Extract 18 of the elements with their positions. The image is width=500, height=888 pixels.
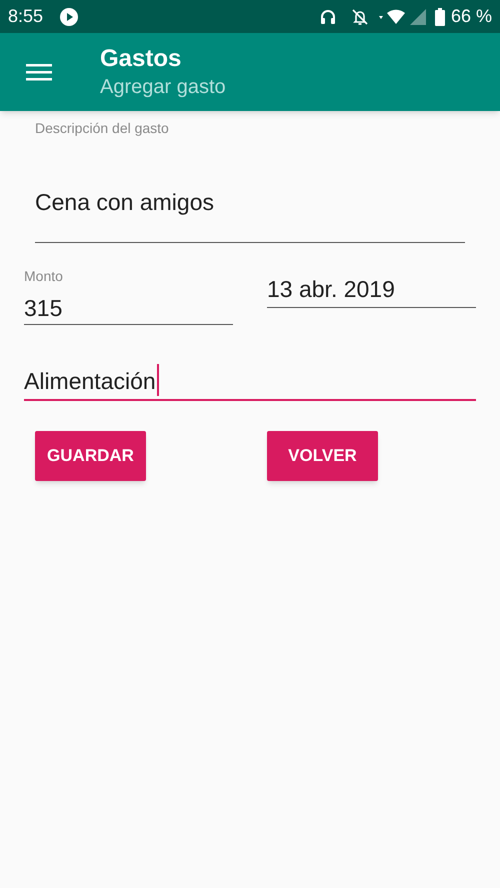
- description-field[interactable]: Cena con amigos: [35, 137, 465, 243]
- field-label: Descripción del gasto: [35, 119, 170, 137]
- field-label: Monto: [24, 267, 64, 285]
- app-title: Gastos: [100, 44, 182, 74]
- status-time: 8:55: [8, 5, 44, 28]
- play-icon: [60, 8, 78, 26]
- amount-field[interactable]: 315: [24, 285, 233, 325]
- headphones-icon: [318, 8, 337, 26]
- back-button[interactable]: VOLVER: [267, 431, 378, 481]
- category-field[interactable]: Alimentación: [24, 363, 476, 401]
- signal-icon: [408, 8, 427, 24]
- bell-off-icon: [350, 8, 369, 26]
- app-subtitle: Agregar gasto: [100, 75, 226, 100]
- battery-icon: [434, 8, 445, 26]
- date-field[interactable]: 13 abr. 2019: [267, 271, 476, 308]
- save-button[interactable]: GUARDAR: [35, 431, 146, 481]
- menu-icon[interactable]: [26, 62, 52, 82]
- battery-percent: 66 %: [450, 5, 492, 28]
